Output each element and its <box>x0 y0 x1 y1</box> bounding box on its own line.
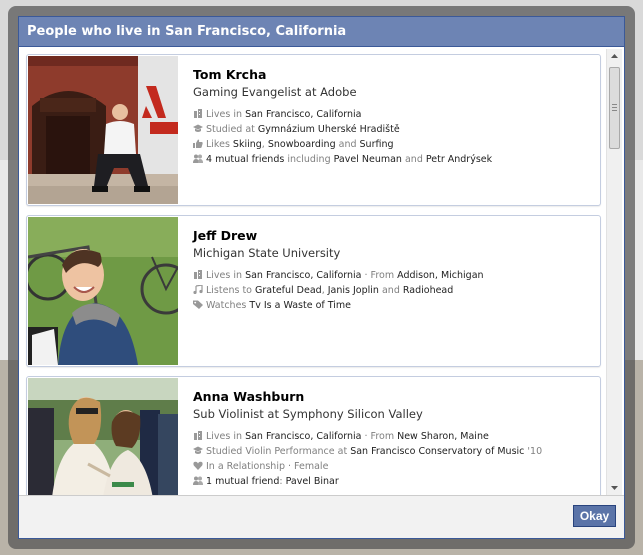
person-detail-row: Lives in San Francisco, California · Fro… <box>193 268 588 283</box>
person-subtitle: Gaming Evangelist at Adobe <box>193 85 357 99</box>
detail-link[interactable]: San Francisco, California <box>245 109 361 120</box>
detail-text: and <box>335 139 360 150</box>
scroll-up-arrow[interactable] <box>607 49 622 64</box>
profile-photo[interactable] <box>28 217 178 365</box>
friends-icon <box>193 476 203 485</box>
detail-text: including <box>284 154 334 165</box>
friends-icon <box>193 154 203 163</box>
people-list: Tom Krcha Gaming Evangelist at Adobe Liv… <box>26 54 601 497</box>
detail-link[interactable]: San Francisco, California <box>245 270 361 281</box>
dialog-body: Tom Krcha Gaming Evangelist at Adobe Liv… <box>19 47 624 497</box>
person-details: Lives in San Francisco, California · Fro… <box>193 429 588 489</box>
person-detail-row: Studied Violin Performance at San Franci… <box>193 444 588 459</box>
detail-text: · From <box>361 270 398 281</box>
person-card[interactable]: Jeff Drew Michigan State University Live… <box>26 215 601 367</box>
detail-text: '10 <box>524 446 543 457</box>
person-card[interactable]: Anna Washburn Sub Violinist at Symphony … <box>26 376 601 497</box>
detail-link[interactable]: 4 mutual friends <box>206 154 284 165</box>
person-detail-row: 1 mutual friend: Pavel Binar <box>193 474 588 489</box>
detail-text: and <box>378 285 403 296</box>
tag-icon <box>193 300 203 309</box>
person-subtitle: Sub Violinist at Symphony Silicon Valley <box>193 407 423 421</box>
scroll-down-arrow[interactable] <box>607 480 622 495</box>
detail-link[interactable]: Petr Andrýsek <box>426 154 492 165</box>
grip-icon <box>612 104 617 111</box>
thumbs-up-icon <box>193 139 203 148</box>
detail-link[interactable]: Addison, Michigan <box>397 270 483 281</box>
detail-link[interactable]: Gymnázium Uherské Hradiště <box>258 124 400 135</box>
person-name[interactable]: Anna Washburn <box>193 389 588 404</box>
person-detail-row: Studied at Gymnázium Uherské Hradiště <box>193 122 588 137</box>
scroll-thumb[interactable] <box>609 67 620 149</box>
detail-link[interactable]: Snowboarding <box>268 139 336 150</box>
detail-text: Listens to <box>206 285 255 296</box>
person-details: Lives in San Francisco, California · Fro… <box>193 268 588 313</box>
detail-text: · From <box>361 431 398 442</box>
detail-text: Lives in <box>206 431 246 442</box>
detail-link[interactable]: Pavel Neuman <box>334 154 402 165</box>
graduation-cap-icon <box>193 124 203 132</box>
detail-link[interactable]: Tv Is a Waste of Time <box>249 300 351 311</box>
person-detail-row: Lives in San Francisco, California <box>193 107 588 122</box>
okay-button[interactable]: Okay <box>573 505 616 527</box>
person-detail-row: Lives in San Francisco, California · Fro… <box>193 429 588 444</box>
person-info: Jeff Drew Michigan State University Live… <box>193 228 588 313</box>
profile-photo-image <box>28 217 178 365</box>
person-subtitle: Michigan State University <box>193 246 341 260</box>
detail-text: Lives in <box>206 270 246 281</box>
detail-link[interactable]: Surfing <box>360 139 394 150</box>
heart-icon <box>193 461 203 470</box>
profile-photo[interactable] <box>28 378 178 497</box>
building-icon <box>194 270 202 279</box>
detail-link[interactable]: Radiohead <box>403 285 453 296</box>
detail-link[interactable]: 1 mutual friend <box>206 476 279 487</box>
detail-link[interactable]: San Francisco, California <box>245 431 361 442</box>
graduation-cap-icon <box>193 446 203 454</box>
list-scrollbar[interactable] <box>606 49 622 495</box>
detail-link[interactable]: Grateful Dead <box>255 285 322 296</box>
detail-text: Likes <box>206 139 233 150</box>
detail-link[interactable]: Janis Joplin <box>328 285 379 296</box>
detail-text: Watches <box>206 300 250 311</box>
dialog-frame: People who live in San Francisco, Califo… <box>8 6 635 549</box>
detail-link[interactable]: San Francisco Conservatory of Music <box>350 446 524 457</box>
scroll-up-icon <box>611 54 618 58</box>
detail-link[interactable]: Skiing <box>233 139 262 150</box>
dialog-title: People who live in San Francisco, Califo… <box>19 17 624 47</box>
dialog-footer: Okay <box>19 495 624 538</box>
person-name[interactable]: Jeff Drew <box>193 228 588 243</box>
building-icon <box>194 431 202 440</box>
person-info: Anna Washburn Sub Violinist at Symphony … <box>193 389 588 489</box>
detail-text: Lives in <box>206 109 246 120</box>
profile-photo-image <box>28 56 178 204</box>
person-detail-row: In a Relationship · Female <box>193 459 588 474</box>
building-icon <box>194 109 202 118</box>
person-info: Tom Krcha Gaming Evangelist at Adobe Liv… <box>193 67 588 167</box>
person-detail-row: 4 mutual friends including Pavel Neuman … <box>193 152 588 167</box>
detail-text: Studied Violin Performance at <box>206 446 351 457</box>
people-dialog: People who live in San Francisco, Califo… <box>18 16 625 539</box>
profile-photo[interactable] <box>28 56 178 204</box>
detail-text: Studied at <box>206 124 258 135</box>
detail-link[interactable]: Pavel Binar <box>286 476 339 487</box>
person-detail-row: Listens to Grateful Dead, Janis Joplin a… <box>193 283 588 298</box>
detail-text: In a Relationship · Female <box>206 461 329 472</box>
detail-text: and <box>401 154 426 165</box>
person-name[interactable]: Tom Krcha <box>193 67 588 82</box>
person-detail-row: Watches Tv Is a Waste of Time <box>193 298 588 313</box>
person-detail-row: Likes Skiing, Snowboarding and Surfing <box>193 137 588 152</box>
person-card[interactable]: Tom Krcha Gaming Evangelist at Adobe Liv… <box>26 54 601 206</box>
profile-photo-image <box>28 378 178 497</box>
music-note-icon <box>193 285 203 294</box>
scroll-down-icon <box>611 486 618 490</box>
person-details: Lives in San Francisco, California Studie… <box>193 107 588 167</box>
detail-link[interactable]: New Sharon, Maine <box>397 431 489 442</box>
